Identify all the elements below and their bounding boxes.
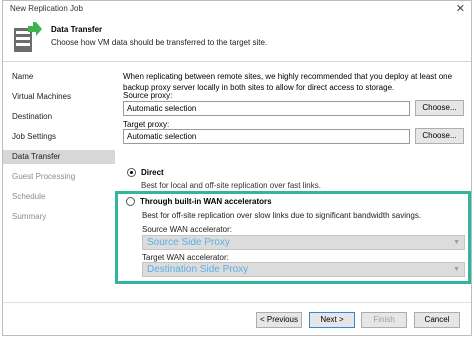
title-bar: New Replication Job ✕: [3, 1, 471, 18]
sidebar-item-destination[interactable]: Destination: [3, 110, 115, 124]
intro-text: When replicating between remote sites, w…: [123, 72, 453, 92]
sidebar-item-guest-processing: Guest Processing: [12, 172, 76, 181]
next-button[interactable]: Next >: [309, 312, 355, 328]
target-proxy-label: Target proxy:: [123, 120, 170, 129]
chevron-down-icon: ▼: [453, 239, 460, 246]
finish-button: Finish: [361, 312, 407, 328]
page-subtitle: Choose how VM data should be transferred…: [51, 38, 268, 47]
wan-option[interactable]: Through built-in WAN accelerators: [126, 197, 272, 206]
target-wan-label: Target WAN accelerator:: [142, 253, 229, 262]
wan-radio[interactable]: [126, 197, 135, 206]
wizard-step-icon: [14, 22, 42, 52]
direct-label: Direct: [141, 168, 164, 177]
wizard-header: Data Transfer Choose how VM data should …: [3, 17, 471, 62]
sidebar-item-job-settings[interactable]: Job Settings: [3, 130, 115, 144]
source-proxy-field[interactable]: [123, 101, 410, 116]
direct-radio[interactable]: [127, 168, 136, 177]
previous-button[interactable]: < Previous: [256, 312, 302, 328]
window-title: New Replication Job: [10, 4, 83, 13]
chevron-down-icon: ▼: [453, 266, 460, 273]
wan-description: Best for off-site replication over slow …: [142, 211, 422, 220]
sidebar-item-summary: Summary: [12, 212, 47, 221]
replication-job-window: New Replication Job ✕ Data Transfer Choo…: [2, 0, 472, 336]
wizard-steps-sidebar: Name Virtual Machines Destination Job Se…: [3, 62, 117, 312]
cancel-button[interactable]: Cancel: [414, 312, 460, 328]
sidebar-item-name[interactable]: Name: [3, 70, 115, 84]
sidebar-item-virtual-machines[interactable]: Virtual Machines: [3, 90, 115, 104]
sidebar-item-schedule: Schedule: [12, 192, 46, 201]
wan-accelerator-section: Through built-in WAN accelerators Best f…: [115, 191, 471, 284]
direct-description: Best for local and off-site replication …: [141, 181, 321, 190]
wan-label: Through built-in WAN accelerators: [140, 197, 272, 206]
source-wan-label: Source WAN accelerator:: [142, 225, 232, 234]
target-wan-value: Destination Side Proxy: [147, 264, 249, 275]
direct-option[interactable]: Direct: [127, 168, 164, 177]
page-title: Data Transfer: [51, 25, 103, 34]
target-wan-dropdown[interactable]: Destination Side Proxy ▼: [142, 262, 465, 277]
source-wan-dropdown[interactable]: Source Side Proxy ▼: [142, 235, 465, 250]
target-proxy-choose-button[interactable]: Choose...: [415, 128, 464, 144]
close-icon[interactable]: ✕: [456, 2, 465, 15]
source-proxy-choose-button[interactable]: Choose...: [415, 100, 464, 116]
sidebar-item-data-transfer[interactable]: Data Transfer: [3, 150, 115, 164]
source-proxy-label: Source proxy:: [123, 91, 173, 100]
source-wan-value: Source Side Proxy: [147, 237, 230, 248]
target-proxy-field[interactable]: [123, 129, 410, 144]
footer-divider: [3, 302, 471, 303]
